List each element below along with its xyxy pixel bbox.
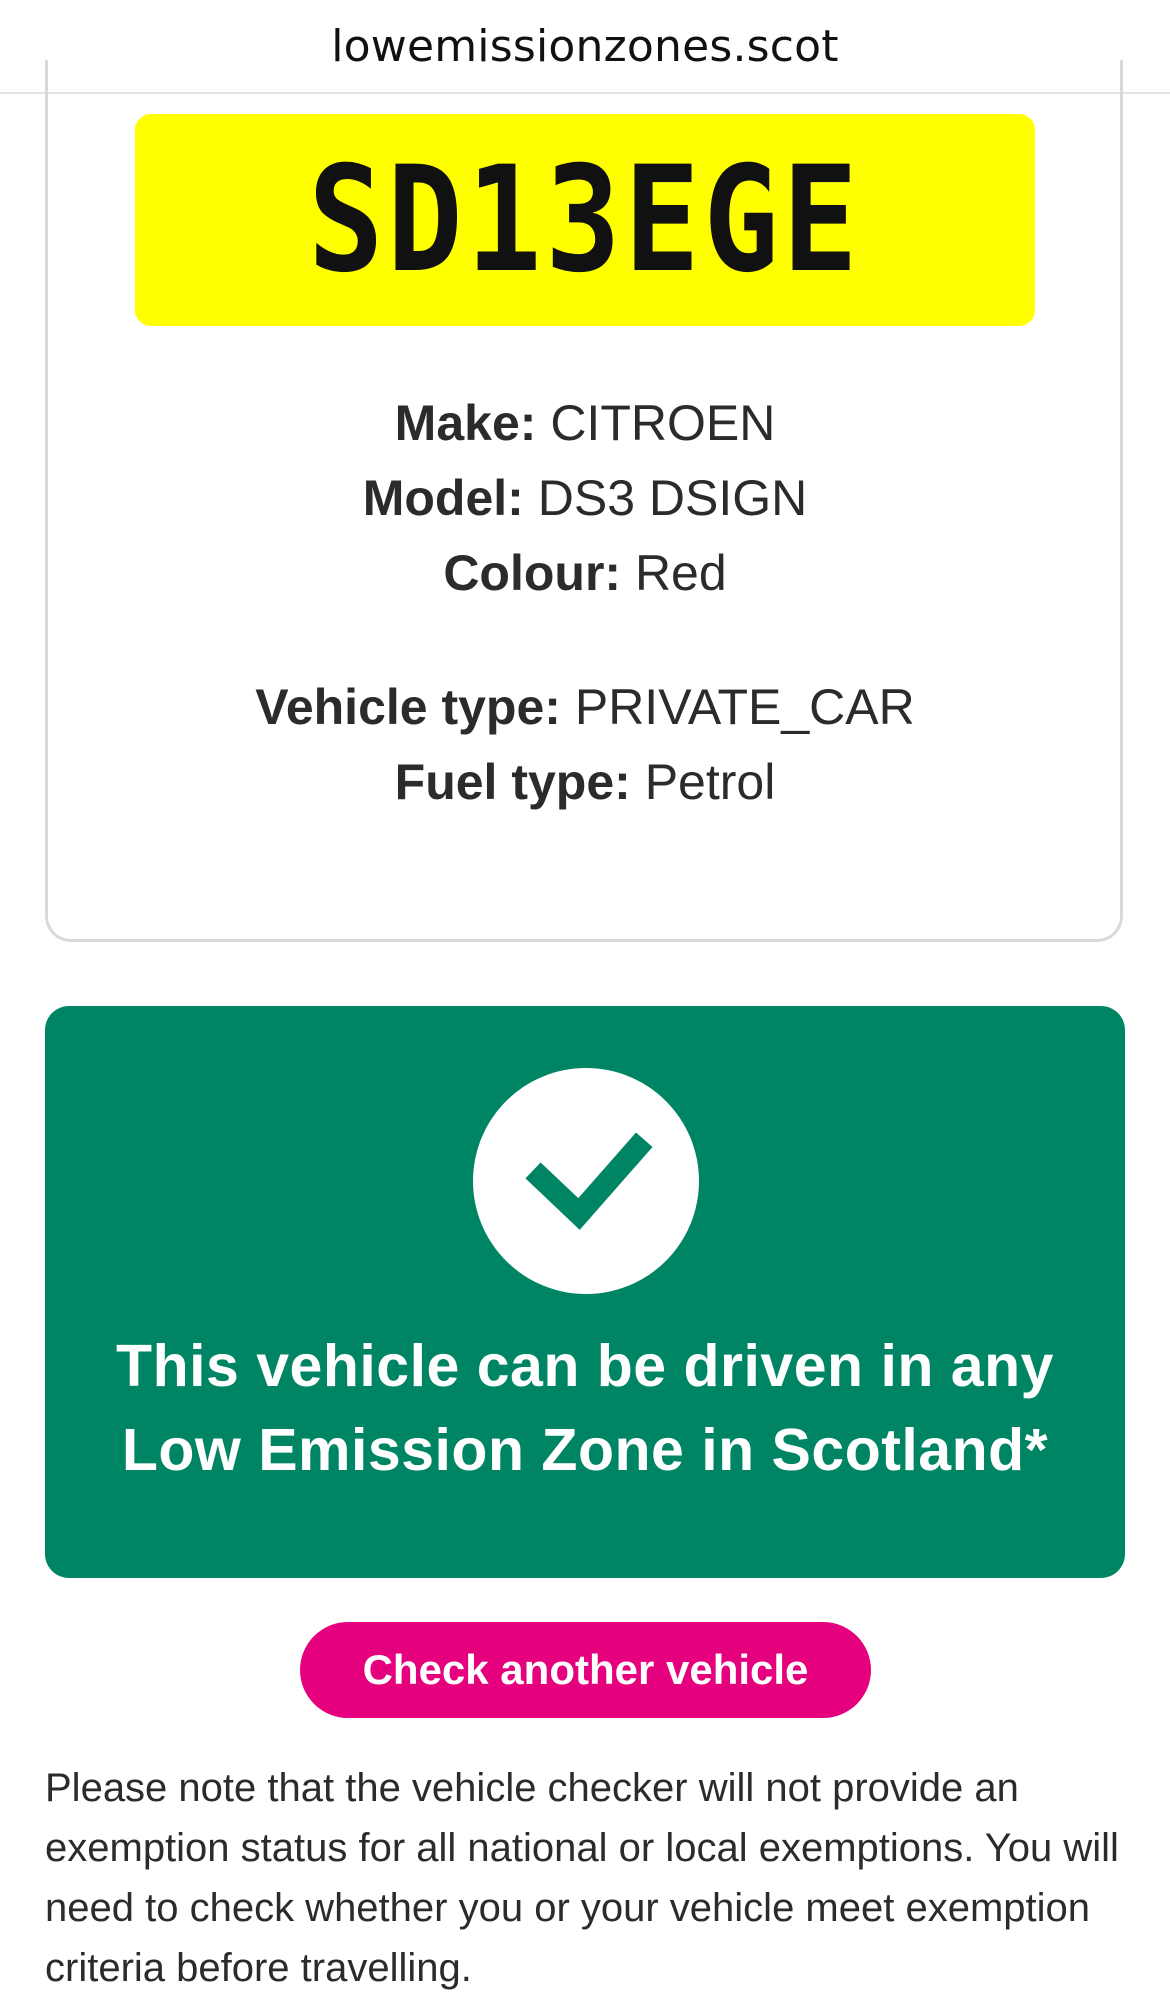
vehicle-details-primary: Make: CITROEN Model: DS3 DSIGN Colour: R… [0, 386, 1170, 611]
registration-number: SD13EGE [308, 135, 862, 305]
make-row: Make: CITROEN [0, 386, 1170, 461]
checkmark-icon [473, 1068, 699, 1294]
vehicle-type-row: Vehicle type: PRIVATE_CAR [0, 670, 1170, 745]
model-row: Model: DS3 DSIGN [0, 461, 1170, 536]
vehicle-details-secondary: Vehicle type: PRIVATE_CAR Fuel type: Pet… [0, 670, 1170, 820]
colour-row: Colour: Red [0, 536, 1170, 611]
fuel-type-value: Petrol [644, 754, 776, 810]
number-plate: SD13EGE [135, 114, 1035, 326]
colour-label: Colour: [443, 545, 622, 601]
fuel-type-label: Fuel type: [394, 754, 631, 810]
colour-value: Red [634, 545, 727, 601]
vehicle-type-value: PRIVATE_CAR [574, 679, 915, 735]
compliance-message-line1: This vehicle can be driven in any [116, 1333, 1054, 1399]
compliance-message-line2: Low Emission Zone in Scotland* [121, 1417, 1049, 1483]
vehicle-type-label: Vehicle type: [255, 679, 561, 735]
make-value: CITROEN [550, 395, 776, 451]
check-another-vehicle-button[interactable]: Check another vehicle [300, 1622, 871, 1718]
exemption-note: Please note that the vehicle checker wil… [45, 1766, 1119, 1990]
compliance-message: This vehicle can be driven in any Low Em… [45, 1324, 1125, 1492]
make-label: Make: [394, 395, 537, 451]
fuel-type-row: Fuel type: Petrol [0, 745, 1170, 820]
compliance-result-panel: This vehicle can be driven in any Low Em… [45, 1006, 1125, 1578]
model-label: Model: [362, 470, 524, 526]
model-value: DS3 DSIGN [537, 470, 808, 526]
